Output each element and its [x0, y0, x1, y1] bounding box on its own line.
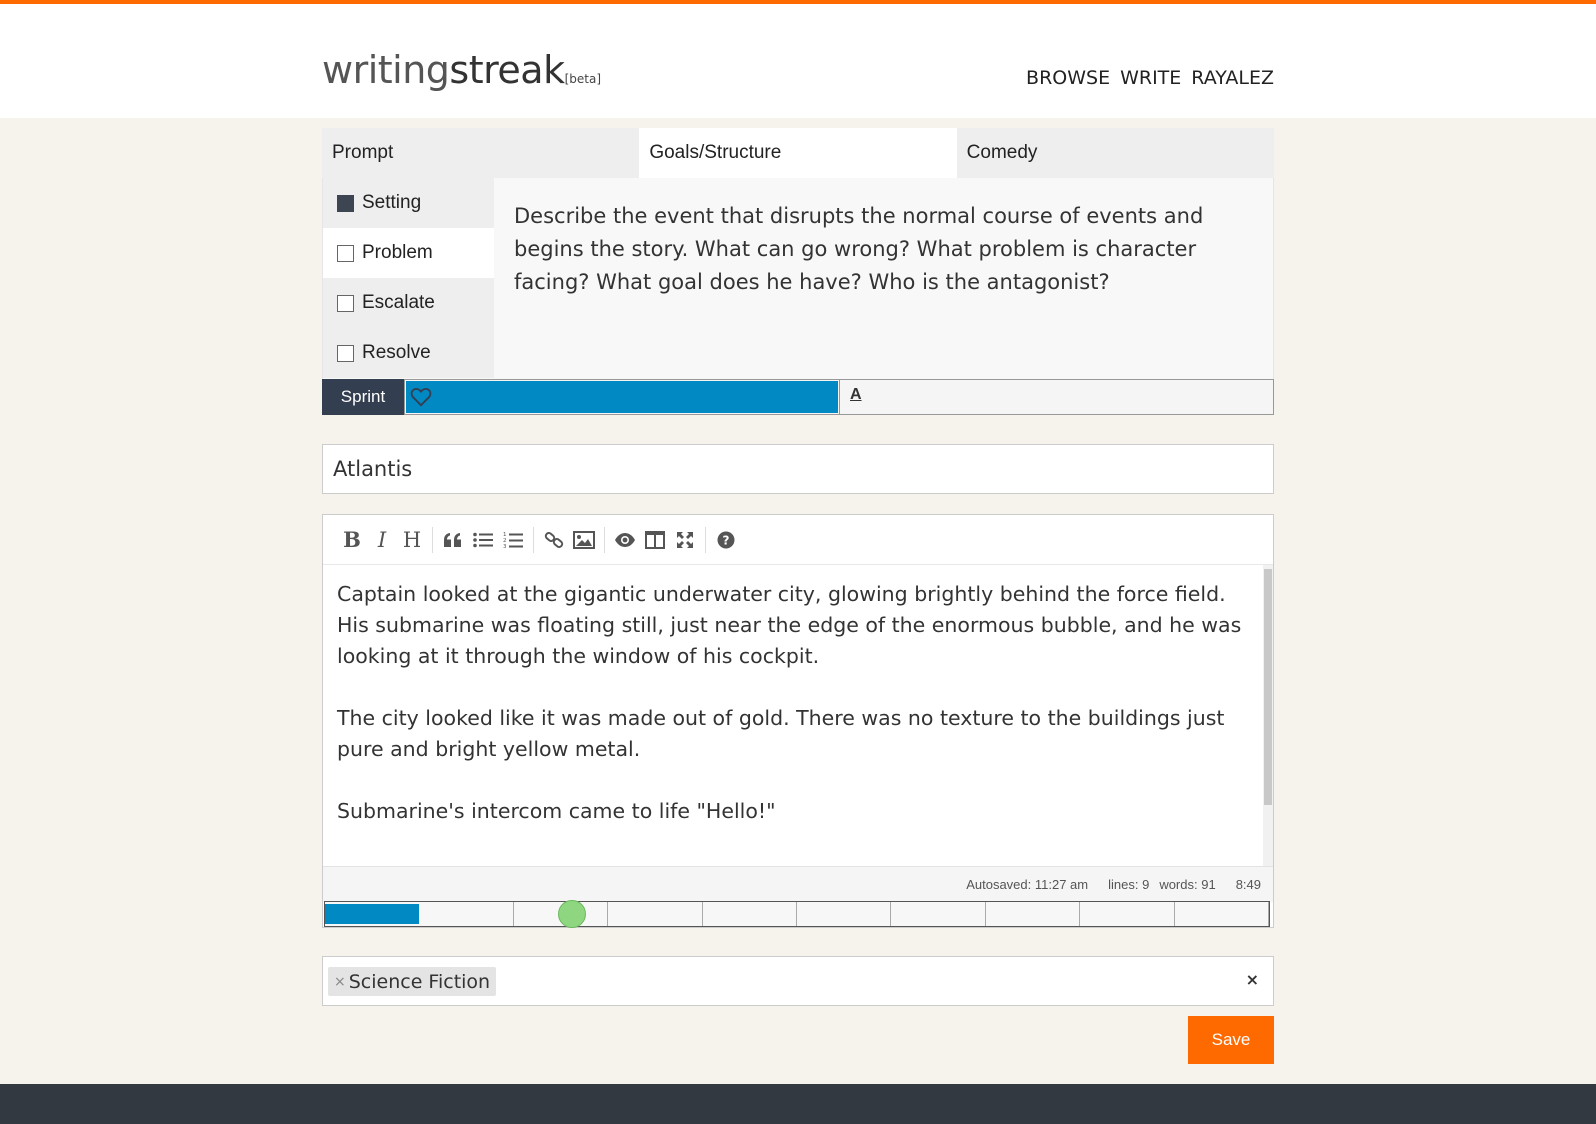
tag-label: Science Fiction	[348, 970, 491, 993]
progress-segment	[1080, 902, 1175, 926]
editor-statusbar: Autosaved: 11:27 am lines: 9 words: 91 8…	[323, 866, 1273, 902]
step-problem[interactable]: Problem	[323, 228, 494, 278]
nav-browse[interactable]: BROWSE	[1026, 67, 1110, 89]
problem-checkbox[interactable]	[337, 244, 354, 262]
side-by-side-icon[interactable]	[640, 525, 670, 555]
sprint-progress: A	[404, 379, 1274, 415]
logo[interactable]: writingstreak[beta]	[322, 48, 601, 101]
editor-scrollbar-thumb[interactable]	[1264, 569, 1272, 805]
svg-text:3: 3	[503, 544, 507, 549]
header: writingstreak[beta] BROWSE WRITE RAYALEZ	[0, 4, 1596, 118]
progress-segment	[608, 902, 703, 926]
tab-prompt[interactable]: Prompt	[322, 128, 640, 178]
help-icon[interactable]: ?	[711, 525, 741, 555]
toolbar-separator	[533, 526, 534, 553]
structure-panel: Setting Problem Escalate Resolve Describ…	[322, 178, 1274, 379]
prompt-tabs: Prompt Goals/Structure Comedy	[322, 128, 1274, 178]
setting-checkbox[interactable]	[337, 194, 354, 212]
tab-comedy[interactable]: Comedy	[956, 128, 1274, 178]
progress-segment	[419, 902, 514, 926]
progress-segment	[891, 902, 986, 926]
progress-marker	[558, 900, 586, 928]
link-icon[interactable]	[539, 525, 569, 555]
nav-user[interactable]: RAYALEZ	[1191, 67, 1274, 89]
clear-tags-icon[interactable]: ×	[1246, 970, 1259, 989]
image-icon[interactable]	[569, 525, 599, 555]
sprint-divider	[839, 380, 840, 414]
nav-write[interactable]: WRITE	[1120, 67, 1181, 89]
story-paragraph: Captain looked at the gigantic underwate…	[337, 582, 1242, 668]
progress-segment	[986, 902, 1081, 926]
sprint-bar: Sprint A	[322, 379, 1274, 415]
autosave-status: Autosaved: 11:27 am	[966, 877, 1089, 892]
counts: lines: 9 words: 91	[1108, 877, 1216, 892]
sprint-letter[interactable]: A	[850, 386, 862, 414]
editor-toolbar: B I H 123 ?	[323, 515, 1273, 565]
italic-icon[interactable]: I	[367, 525, 397, 555]
tag-science-fiction: × Science Fiction	[328, 967, 497, 996]
svg-text:?: ?	[723, 533, 730, 547]
unordered-list-icon[interactable]	[468, 525, 498, 555]
progress-segment	[797, 902, 892, 926]
main-nav: BROWSE WRITE RAYALEZ	[1026, 67, 1274, 89]
toolbar-separator	[604, 526, 605, 553]
heading-icon[interactable]: H	[397, 525, 427, 555]
sprint-progress-fill	[406, 381, 838, 413]
save-button[interactable]: Save	[1188, 1016, 1274, 1064]
step-resolve[interactable]: Resolve	[323, 328, 494, 378]
genre-tags-input[interactable]: × Science Fiction ×	[322, 956, 1274, 1006]
structure-steps: Setting Problem Escalate Resolve	[323, 178, 494, 379]
remove-tag-icon[interactable]: ×	[334, 974, 346, 990]
story-paragraph: The city looked like it was made out of …	[337, 706, 1225, 761]
markdown-editor: B I H 123 ? Captain looked at the gigant…	[322, 514, 1274, 928]
line-count: lines: 9	[1108, 877, 1150, 892]
word-goal-progress	[324, 900, 1270, 928]
step-setting[interactable]: Setting	[323, 178, 494, 228]
footer	[0, 1084, 1596, 1124]
resolve-checkbox[interactable]	[337, 344, 354, 362]
step-description: Describe the event that disrupts the nor…	[514, 204, 1204, 294]
escalate-checkbox[interactable]	[337, 294, 354, 312]
story-editor-content[interactable]: Captain looked at the gigantic underwate…	[323, 565, 1263, 866]
progress-segment	[703, 902, 798, 926]
story-title-input[interactable]	[322, 444, 1274, 494]
story-paragraph: Submarine's intercom came to life "Hello…	[337, 799, 776, 823]
word-count: words: 91	[1159, 877, 1216, 892]
fullscreen-icon[interactable]	[670, 525, 700, 555]
bold-icon[interactable]: B	[337, 525, 367, 555]
ordered-list-icon[interactable]: 123	[498, 525, 528, 555]
progress-segment	[1175, 902, 1270, 926]
toolbar-separator	[432, 526, 433, 553]
step-escalate[interactable]: Escalate	[323, 278, 494, 328]
progress-segment	[325, 904, 420, 924]
quote-icon[interactable]	[438, 525, 468, 555]
sprint-button[interactable]: Sprint	[322, 379, 404, 415]
preview-icon[interactable]	[610, 525, 640, 555]
tab-goals-structure[interactable]: Goals/Structure	[639, 128, 957, 178]
cursor-position: 8:49	[1235, 877, 1261, 892]
toolbar-separator	[705, 526, 706, 553]
heart-icon[interactable]	[410, 387, 432, 411]
